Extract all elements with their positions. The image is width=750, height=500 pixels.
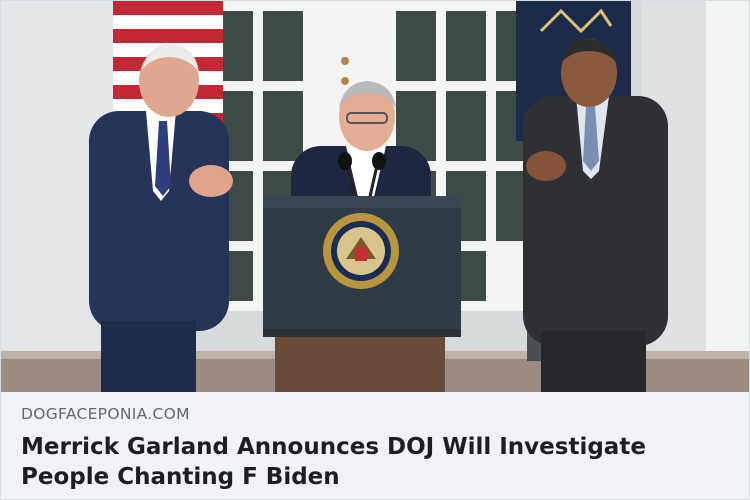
article-photo[interactable]: [1, 1, 749, 392]
link-preview-card[interactable]: DOGFACEPONIA.COM Merrick Garland Announc…: [0, 0, 750, 500]
presidential-seal-icon: [323, 213, 399, 289]
photo-scene: [1, 1, 749, 392]
article-headline[interactable]: Merrick Garland Announces DOJ Will Inves…: [21, 432, 729, 492]
link-preview-caption[interactable]: DOGFACEPONIA.COM Merrick Garland Announc…: [1, 392, 749, 499]
source-domain: DOGFACEPONIA.COM: [21, 405, 190, 423]
